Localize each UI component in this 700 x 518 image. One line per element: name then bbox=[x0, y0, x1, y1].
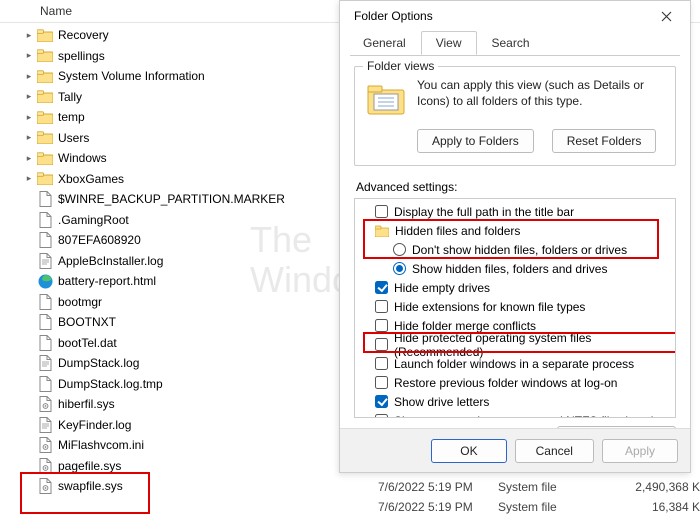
opt-hide-extensions[interactable]: Hide extensions for known file types bbox=[359, 297, 671, 316]
file-name-label: .GamingRoot bbox=[58, 213, 129, 227]
details-row: 7/6/2022 5:19 PM System file 16,384 KB bbox=[378, 500, 700, 514]
expander-icon[interactable]: ▸ bbox=[22, 153, 36, 164]
file-icon bbox=[36, 335, 54, 351]
file-name-label: swapfile.sys bbox=[58, 479, 123, 493]
folder-views-group: Folder views You can apply this view (su… bbox=[354, 66, 676, 166]
file-name-label: XboxGames bbox=[58, 172, 124, 186]
close-button[interactable] bbox=[648, 2, 684, 30]
folder-views-text: You can apply this view (such as Details… bbox=[417, 77, 665, 119]
opt-hide-protected[interactable]: Hide protected operating system files (R… bbox=[359, 335, 671, 354]
cancel-button[interactable]: Cancel bbox=[515, 439, 594, 463]
file-icon bbox=[36, 232, 54, 248]
advanced-settings-tree[interactable]: Display the full path in the title bar H… bbox=[354, 198, 676, 418]
folder-icon bbox=[36, 150, 54, 166]
file-name-label: bootTel.dat bbox=[58, 336, 117, 350]
file-name-label: AppleBcInstaller.log bbox=[58, 254, 163, 268]
file-name-label: DumpStack.log bbox=[58, 356, 139, 370]
file-name-label: 807EFA608920 bbox=[58, 233, 141, 247]
filetext-icon bbox=[36, 417, 54, 433]
file-icon bbox=[36, 376, 54, 392]
reset-folders-button[interactable]: Reset Folders bbox=[552, 129, 657, 153]
expander-icon[interactable]: ▸ bbox=[22, 50, 36, 61]
file-icon bbox=[36, 191, 54, 207]
dialog-titlebar[interactable]: Folder Options bbox=[340, 1, 690, 31]
file-name-label: temp bbox=[58, 110, 85, 124]
file-name-label: KeyFinder.log bbox=[58, 418, 131, 432]
opt-hide-empty-drives[interactable]: Hide empty drives bbox=[359, 278, 671, 297]
ok-button[interactable]: OK bbox=[431, 439, 506, 463]
opt-show-hidden[interactable]: Show hidden files, folders and drives bbox=[359, 259, 671, 278]
dialog-title: Folder Options bbox=[354, 9, 433, 23]
dialog-tabs: General View Search bbox=[340, 31, 690, 55]
filegear-icon bbox=[36, 396, 54, 412]
filetext-icon bbox=[36, 253, 54, 269]
expander-icon[interactable]: ▸ bbox=[22, 173, 36, 184]
file-icon bbox=[36, 314, 54, 330]
folder-icon bbox=[36, 27, 54, 43]
file-name-label: BOOTNXT bbox=[58, 315, 116, 329]
expander-icon[interactable]: ▸ bbox=[22, 71, 36, 82]
edge-icon bbox=[36, 273, 54, 289]
folder-views-legend: Folder views bbox=[363, 59, 438, 73]
folder-icon bbox=[36, 89, 54, 105]
file-name-label: hiberfil.sys bbox=[58, 397, 115, 411]
file-name-label: System Volume Information bbox=[58, 69, 205, 83]
tab-general[interactable]: General bbox=[348, 31, 421, 55]
expander-icon[interactable]: ▸ bbox=[22, 112, 36, 123]
file-name-label: MiFlashvcom.ini bbox=[58, 438, 144, 452]
tab-search[interactable]: Search bbox=[477, 31, 545, 55]
file-name-label: spellings bbox=[58, 49, 105, 63]
column-name-header[interactable]: Name bbox=[40, 4, 72, 18]
advanced-settings-label: Advanced settings: bbox=[356, 180, 690, 194]
apply-button[interactable]: Apply bbox=[602, 439, 678, 463]
opt-show-drive-letters[interactable]: Show drive letters bbox=[359, 392, 671, 411]
apply-to-folders-button[interactable]: Apply to Folders bbox=[417, 129, 534, 153]
opt-show-encrypted-colour[interactable]: Show encrypted or compressed NTFS files … bbox=[359, 411, 671, 418]
details-row: 7/6/2022 5:19 PM System file 2,490,368 K… bbox=[378, 480, 700, 494]
opt-hidden-files-group[interactable]: Hidden files and folders bbox=[359, 221, 671, 240]
expander-icon[interactable]: ▸ bbox=[22, 30, 36, 41]
file-name-label: Recovery bbox=[58, 28, 109, 42]
tab-view[interactable]: View bbox=[421, 31, 477, 55]
folder-icon bbox=[36, 171, 54, 187]
filegear-icon bbox=[36, 437, 54, 453]
opt-display-full-path[interactable]: Display the full path in the title bar bbox=[359, 202, 671, 221]
file-icon bbox=[36, 294, 54, 310]
opt-launch-separate[interactable]: Launch folder windows in a separate proc… bbox=[359, 354, 671, 373]
folder-views-icon bbox=[365, 77, 407, 119]
folder-icon bbox=[375, 225, 389, 237]
expander-icon[interactable]: ▸ bbox=[22, 91, 36, 102]
file-name-label: bootmgr bbox=[58, 295, 102, 309]
filetext-icon bbox=[36, 355, 54, 371]
file-name-label: Tally bbox=[58, 90, 82, 104]
folder-icon bbox=[36, 68, 54, 84]
close-icon bbox=[661, 11, 672, 22]
dialog-footer: OK Cancel Apply bbox=[340, 428, 690, 472]
file-name-label: Users bbox=[58, 131, 89, 145]
filegear-icon bbox=[36, 458, 54, 474]
folder-icon bbox=[36, 48, 54, 64]
file-name-label: pagefile.sys bbox=[58, 459, 121, 473]
expander-icon[interactable]: ▸ bbox=[22, 132, 36, 143]
file-name-label: battery-report.html bbox=[58, 274, 156, 288]
file-icon bbox=[36, 212, 54, 228]
folder-icon bbox=[36, 109, 54, 125]
opt-dont-show-hidden[interactable]: Don't show hidden files, folders or driv… bbox=[359, 240, 671, 259]
file-name-label: Windows bbox=[58, 151, 107, 165]
folder-options-dialog: Folder Options General View Search Folde… bbox=[339, 0, 691, 473]
file-name-label: DumpStack.log.tmp bbox=[58, 377, 163, 391]
opt-restore-prev[interactable]: Restore previous folder windows at log-o… bbox=[359, 373, 671, 392]
filegear-icon bbox=[36, 478, 54, 494]
folder-icon bbox=[36, 130, 54, 146]
file-name-label: $WINRE_BACKUP_PARTITION.MARKER bbox=[58, 192, 285, 206]
